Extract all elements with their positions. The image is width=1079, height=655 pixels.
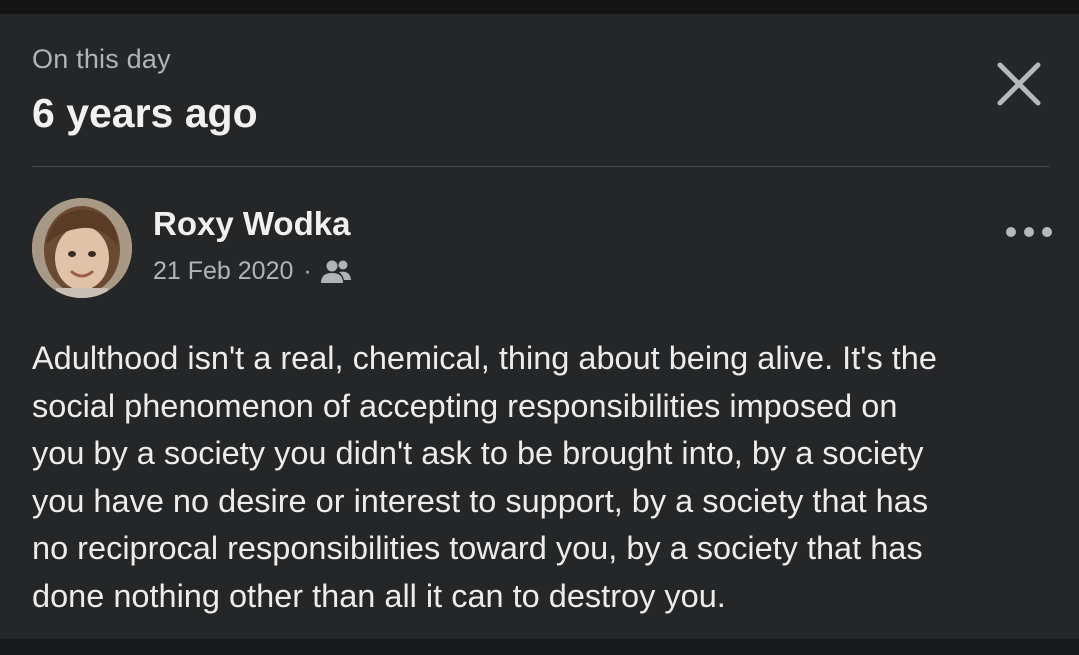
close-button[interactable]	[990, 55, 1048, 113]
memory-kicker: On this day	[32, 44, 171, 74]
close-icon	[997, 62, 1041, 106]
post-author[interactable]: Roxy Wodka	[153, 205, 350, 243]
post-text: Adulthood isn't a real, chemical, thing …	[32, 340, 937, 614]
post-meta: 21 Feb 2020 ·	[153, 257, 352, 286]
avatar-image	[32, 198, 132, 298]
top-edge	[0, 0, 1079, 14]
more-options-button[interactable]	[1000, 214, 1058, 250]
memory-title: 6 years ago	[32, 90, 258, 136]
friends-icon[interactable]	[320, 258, 352, 286]
more-horizontal-icon	[1006, 227, 1052, 237]
header-divider	[32, 166, 1049, 167]
post-date[interactable]: 21 Feb 2020	[153, 257, 293, 286]
bottom-edge	[0, 639, 1079, 655]
meta-separator: ·	[303, 257, 312, 285]
avatar[interactable]	[32, 198, 132, 298]
